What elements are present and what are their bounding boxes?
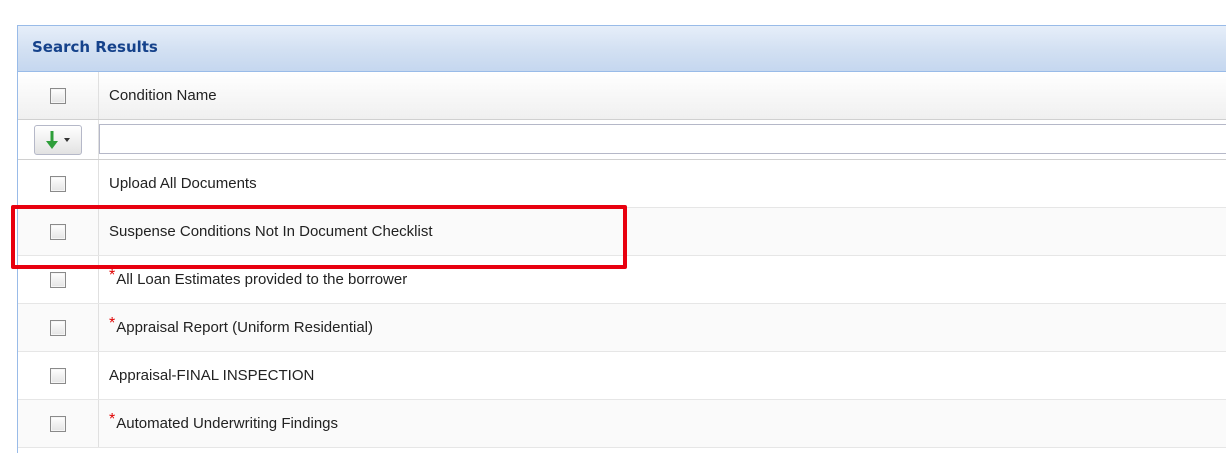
condition-name-cell: * Automated Underwriting Findings — [99, 400, 1226, 447]
sort-arrow-down-icon — [46, 130, 58, 150]
condition-name-text: Appraisal-FINAL INSPECTION — [109, 367, 315, 384]
panel-header: Search Results — [18, 26, 1226, 72]
search-results-panel: Search Results Condition Name Upload All… — [17, 25, 1226, 453]
row-checkbox[interactable] — [50, 319, 66, 336]
panel-title: Search Results — [32, 38, 158, 56]
condition-name-text: Suspense Conditions Not In Document Chec… — [109, 223, 433, 240]
grid-body: Upload All Documents Suspense Conditions … — [18, 160, 1226, 448]
condition-name-cell: * Appraisal Report (Uniform Residential) — [99, 304, 1226, 351]
column-header-condition-name[interactable]: Condition Name — [99, 72, 1226, 119]
condition-name-cell: * All Loan Estimates provided to the borr… — [99, 256, 1226, 303]
condition-name-text: Appraisal Report (Uniform Residential) — [116, 319, 373, 336]
row-checkbox[interactable] — [50, 415, 66, 432]
required-marker: * — [109, 410, 116, 428]
table-row[interactable]: * Automated Underwriting Findings — [18, 400, 1226, 448]
row-checkbox[interactable] — [50, 175, 66, 192]
select-all-checkbox[interactable] — [50, 87, 66, 104]
row-check-cell — [18, 160, 99, 207]
condition-name-cell: Suspense Conditions Not In Document Chec… — [99, 208, 1226, 255]
row-check-cell — [18, 256, 99, 303]
condition-name-text: Upload All Documents — [109, 175, 257, 192]
row-check-cell — [18, 400, 99, 447]
header-check-cell — [18, 72, 99, 119]
row-check-cell — [18, 304, 99, 351]
filter-sort-cell — [18, 120, 99, 159]
condition-name-filter-input[interactable] — [99, 124, 1226, 154]
grid-header-row: Condition Name — [18, 72, 1226, 120]
table-row[interactable]: Upload All Documents — [18, 160, 1226, 208]
row-checkbox[interactable] — [50, 271, 66, 288]
sort-menu-button[interactable] — [34, 124, 82, 155]
table-row[interactable]: Appraisal-FINAL INSPECTION — [18, 352, 1226, 400]
table-row[interactable]: * All Loan Estimates provided to the borr… — [18, 256, 1226, 304]
required-marker: * — [109, 266, 116, 284]
condition-name-cell: Upload All Documents — [99, 160, 1226, 207]
table-row[interactable]: Suspense Conditions Not In Document Chec… — [18, 208, 1226, 256]
condition-name-text: All Loan Estimates provided to the borro… — [116, 271, 408, 288]
condition-name-cell: Appraisal-FINAL INSPECTION — [99, 352, 1226, 399]
row-check-cell — [18, 208, 99, 255]
row-checkbox[interactable] — [50, 367, 66, 384]
table-row[interactable]: * Appraisal Report (Uniform Residential) — [18, 304, 1226, 352]
filter-row — [18, 120, 1226, 160]
row-checkbox[interactable] — [50, 223, 66, 240]
condition-name-text: Automated Underwriting Findings — [116, 415, 339, 432]
required-marker: * — [109, 314, 116, 332]
row-check-cell — [18, 352, 99, 399]
chevron-down-icon — [64, 137, 70, 142]
